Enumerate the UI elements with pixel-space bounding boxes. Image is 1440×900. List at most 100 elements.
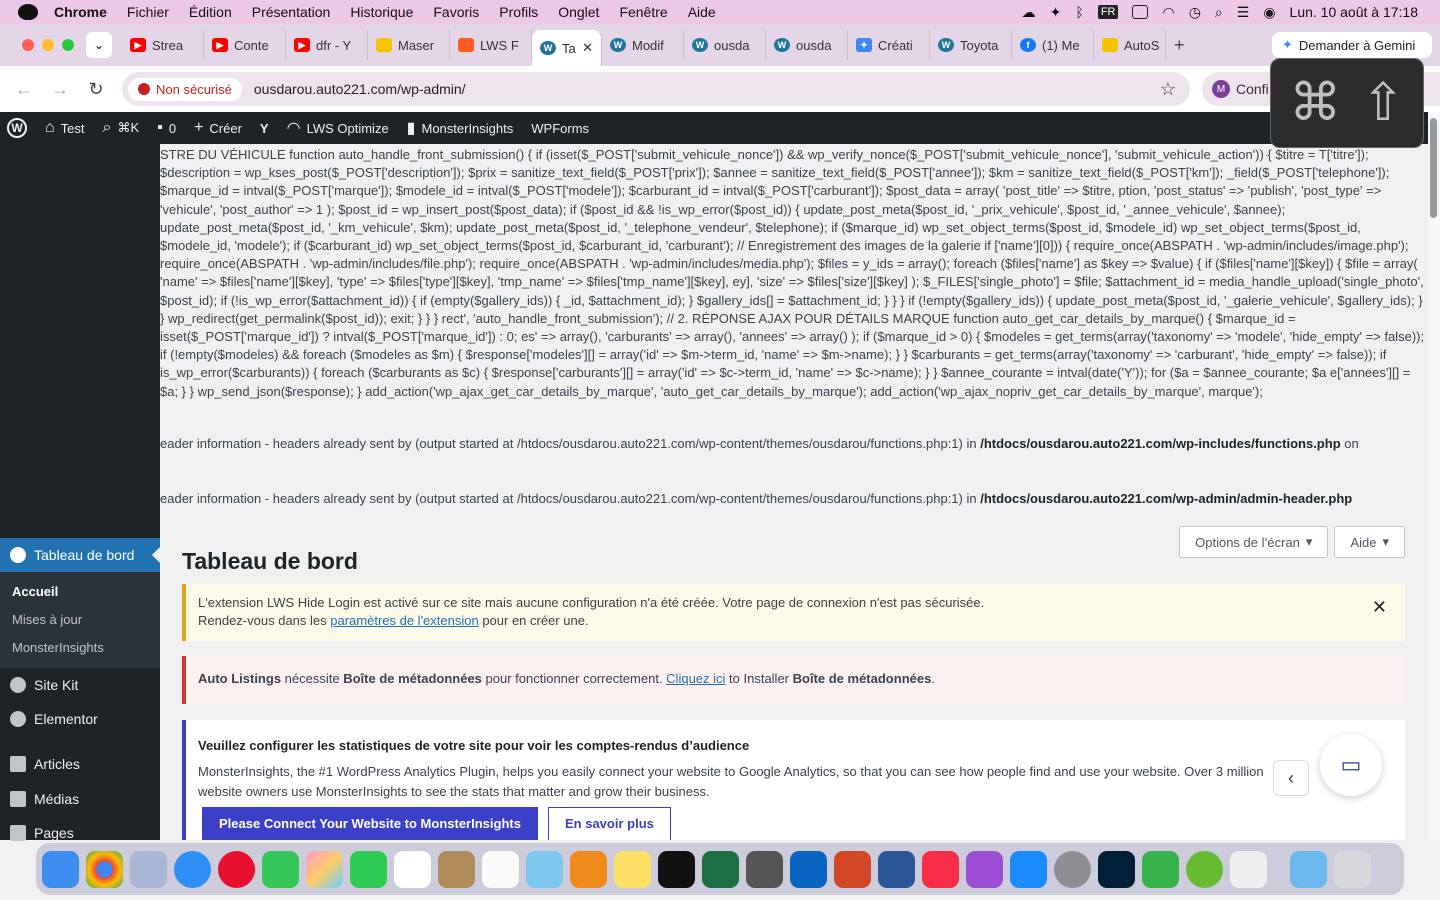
new-content-link[interactable]: + Créer: [185, 112, 251, 144]
chat-bubble-icon[interactable]: ▭: [1320, 734, 1382, 796]
browser-tab[interactable]: ✦ Créati: [848, 30, 930, 60]
menu-edition[interactable]: Édition: [179, 4, 242, 20]
browser-tab[interactable]: ▶ Conte: [204, 30, 286, 60]
sidebar-item-site-kit[interactable]: Site Kit: [10, 677, 78, 693]
submenu-updates[interactable]: Mises à jour: [0, 606, 160, 634]
menu-onglet[interactable]: Onglet: [548, 4, 609, 20]
comments-link[interactable]: ▪ 0: [148, 112, 185, 144]
word-icon[interactable]: [878, 850, 915, 888]
browser-tab[interactable]: W Toyota: [930, 30, 1012, 60]
sidebar-item-articles[interactable]: Articles: [10, 756, 80, 772]
browser-tab[interactable]: LWS F: [450, 30, 532, 60]
extension-settings-link[interactable]: paramètres de l'extension: [330, 613, 478, 628]
photos-icon[interactable]: [306, 850, 343, 888]
system-settings-icon[interactable]: [1054, 850, 1091, 888]
menu-fichier[interactable]: Fichier: [117, 4, 179, 20]
forward-icon[interactable]: →: [42, 79, 78, 100]
reload-icon[interactable]: ↻: [78, 79, 114, 100]
browser-tab[interactable]: f (1) Me: [1012, 30, 1094, 60]
maps-icon[interactable]: [526, 850, 563, 888]
browser-tab[interactable]: ▶ dfr - Y: [286, 30, 368, 60]
messages-icon[interactable]: [262, 850, 299, 888]
menu-app[interactable]: Chrome: [44, 4, 117, 20]
browser-tab[interactable]: Maser: [368, 30, 450, 60]
siri-icon[interactable]: ◉: [1263, 4, 1275, 21]
page-scrollbar[interactable]: [1428, 112, 1440, 840]
textedit-icon[interactable]: [1230, 850, 1267, 888]
install-link[interactable]: Cliquez ici: [666, 671, 725, 686]
clock[interactable]: Lun. 10 août à 17:18: [1290, 4, 1418, 20]
submenu-monsterinsights[interactable]: MonsterInsights: [0, 634, 160, 662]
chrome-icon[interactable]: [86, 850, 123, 888]
tab-search-icon[interactable]: ⌄: [86, 32, 112, 58]
screen-options-button[interactable]: Options de l’écran ▾: [1179, 526, 1329, 558]
lws-optimize-link[interactable]: ◠ LWS Optimize: [278, 112, 398, 144]
command-palette-button[interactable]: ⌕ ⌘K: [94, 112, 149, 144]
calendar-icon[interactable]: [394, 850, 431, 888]
facetime-icon[interactable]: [350, 850, 387, 888]
menu-fenetre[interactable]: Fenêtre: [609, 4, 677, 20]
menu-favoris[interactable]: Favoris: [423, 4, 489, 20]
control-center-icon[interactable]: ☰: [1237, 4, 1250, 21]
notes-icon[interactable]: [614, 850, 651, 888]
screenshot-icon[interactable]: [746, 850, 783, 888]
contacts-icon[interactable]: [438, 850, 475, 888]
finder-icon[interactable]: [42, 850, 79, 888]
wifi-icon[interactable]: ◠: [1162, 4, 1174, 21]
wordpress-logo-icon[interactable]: W: [0, 112, 36, 144]
yoast-icon[interactable]: Y: [251, 112, 278, 144]
back-icon[interactable]: ←: [6, 79, 42, 100]
menu-presentation[interactable]: Présentation: [242, 4, 341, 20]
photoshop-icon[interactable]: [1098, 850, 1135, 888]
browser-tab-active[interactable]: W Ta ✕: [532, 30, 602, 66]
apple-icon[interactable]: [18, 4, 38, 20]
url-text[interactable]: ousdarou.auto221.com/wp-admin/: [254, 81, 466, 97]
security-indicator[interactable]: Non sécurisé: [128, 77, 242, 101]
submenu-home[interactable]: Accueil: [0, 578, 160, 606]
dismiss-notice-icon[interactable]: ✕: [1372, 598, 1387, 616]
help-button[interactable]: Aide ▾: [1334, 526, 1405, 558]
bookmark-star-icon[interactable]: ☆: [1160, 79, 1176, 100]
sparkle-icon[interactable]: ✦: [1050, 4, 1062, 21]
close-tab-icon[interactable]: ✕: [582, 40, 593, 56]
input-source-badge[interactable]: FR: [1097, 5, 1119, 19]
bluetooth-icon[interactable]: ᛒ: [1075, 4, 1083, 20]
sidebar-item-pages[interactable]: Pages: [10, 825, 74, 841]
sidebar-item-elementor[interactable]: Elementor: [10, 711, 98, 727]
address-bar[interactable]: Non sécurisé ousdarou.auto221.com/wp-adm…: [122, 72, 1190, 106]
excel-icon[interactable]: [702, 850, 739, 888]
menu-aide[interactable]: Aide: [678, 4, 726, 20]
gemini-button[interactable]: ✦ Demander à Gemini: [1272, 32, 1432, 58]
vlc-icon[interactable]: [570, 850, 607, 888]
browser-tab[interactable]: Wousda: [766, 30, 848, 60]
browser-tab[interactable]: Wousda: [684, 30, 766, 60]
scrollbar-thumb[interactable]: [1430, 118, 1437, 218]
powerpoint-icon[interactable]: [834, 850, 871, 888]
site-name-link[interactable]: ⌂ Test: [36, 112, 94, 144]
spotlight-icon[interactable]: ⌕: [1215, 4, 1223, 21]
menu-profils[interactable]: Profils: [489, 4, 548, 20]
close-window-button[interactable]: [22, 39, 34, 51]
time-machine-icon[interactable]: ◷: [1189, 4, 1201, 21]
trash-icon[interactable]: [1334, 850, 1371, 888]
minimize-window-button[interactable]: [42, 39, 54, 51]
opera-icon[interactable]: [218, 850, 255, 888]
browser-tab[interactable]: AutoS: [1094, 30, 1166, 60]
chevron-left-icon[interactable]: ‹: [1273, 760, 1309, 796]
launchpad-icon[interactable]: [130, 850, 167, 888]
podcasts-icon[interactable]: [966, 850, 1003, 888]
browser-tab[interactable]: W Modif: [602, 30, 684, 60]
utorrent-icon[interactable]: [1186, 850, 1223, 888]
monsterinsights-link[interactable]: ▮ MonsterInsights: [398, 112, 523, 144]
safari-icon[interactable]: [174, 850, 211, 888]
connect-monsterinsights-button[interactable]: Please Connect Your Website to MonsterIn…: [202, 807, 538, 840]
zoom-window-button[interactable]: [62, 39, 74, 51]
wpforms-link[interactable]: WPForms: [522, 112, 598, 144]
sidebar-item-medias[interactable]: Médias: [10, 791, 79, 807]
outlook-icon[interactable]: [790, 850, 827, 888]
downloads-folder-icon[interactable]: [1290, 850, 1327, 888]
apple-tv-icon[interactable]: [658, 850, 695, 888]
sidebar-item-dashboard[interactable]: Tableau de bord: [0, 538, 160, 572]
new-tab-icon[interactable]: +: [1174, 35, 1185, 56]
cyberduck-icon[interactable]: [1142, 850, 1179, 888]
